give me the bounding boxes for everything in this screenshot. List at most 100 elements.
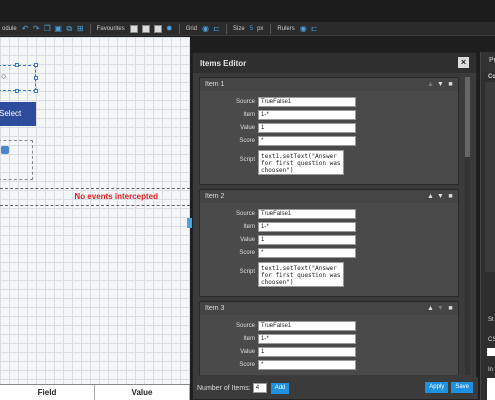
resize-handle[interactable] — [15, 89, 19, 93]
resize-handle[interactable] — [15, 63, 19, 67]
source-row: Source TrueFalse1 — [200, 97, 460, 108]
close-icon[interactable]: × — [458, 57, 469, 68]
move-up-icon[interactable]: ▲ — [427, 304, 434, 313]
delete-icon[interactable]: ■ — [447, 80, 454, 89]
settings-gear-icon[interactable]: ✹ — [165, 24, 174, 33]
design-canvas[interactable]: ○ Select No events intercepted Field Val… — [0, 37, 190, 400]
no-events-message: No events intercepted — [74, 192, 158, 201]
toolbar-divider — [178, 23, 180, 34]
selected-element-outline[interactable]: ○ — [0, 63, 38, 93]
score-input[interactable]: * — [258, 136, 356, 146]
table-header-value: Value — [95, 385, 190, 400]
item-header: Item 2 ▲ ▼ ■ — [200, 190, 458, 203]
source-input[interactable]: TrueFalse1 — [258, 321, 356, 331]
app-window: odule ↶ ↷ ❐ ▣ ⧉ ⊞ Favourites ✹ Grid ◉ ⊏ … — [0, 0, 495, 400]
grid-snap-icon[interactable]: ⊏ — [212, 24, 221, 33]
script-textarea[interactable]: text1.setText("Answer for first question… — [258, 262, 344, 287]
item-input[interactable]: 1-* — [258, 110, 356, 120]
value-label: Value — [240, 125, 255, 131]
favourite-chart-icon[interactable] — [141, 24, 150, 33]
item-input[interactable]: 1-* — [258, 222, 356, 232]
delete-icon[interactable]: ■ — [447, 192, 454, 201]
rulers-label: Rulers — [277, 25, 295, 32]
item-label: Item — [243, 224, 255, 230]
styles-label: St — [488, 317, 494, 323]
delete-icon[interactable]: ■ — [447, 304, 454, 313]
item-title: Item 2 — [205, 193, 225, 200]
image-element-icon — [1, 146, 9, 154]
properties-panel: Pr Co St CS In — [480, 52, 495, 400]
rulers-snap-icon[interactable]: ⊏ — [310, 24, 319, 33]
score-input[interactable]: * — [258, 360, 356, 370]
value-input[interactable]: 1 — [258, 347, 356, 357]
item-header: Item 1 ▲ ▼ ■ — [200, 78, 458, 91]
item-row: Item 1-* — [200, 334, 460, 345]
item-label: Item — [243, 336, 255, 342]
inline-style-input[interactable] — [487, 378, 495, 400]
item-header: Item 3 ▲ ▼ ■ — [200, 302, 458, 315]
paste-icon[interactable]: ▣ — [54, 24, 63, 33]
move-down-icon[interactable]: ▼ — [437, 80, 444, 89]
score-label: Score — [239, 250, 255, 256]
copy-icon[interactable]: ❐ — [43, 24, 52, 33]
items-scrollbar[interactable] — [465, 77, 470, 375]
grid-label: Grid — [185, 25, 198, 32]
inline-label: In — [488, 367, 494, 373]
value-row: Value 1 — [200, 235, 460, 246]
css-input[interactable] — [487, 348, 495, 356]
apply-button[interactable]: Apply — [425, 382, 449, 393]
script-label: Script — [239, 269, 255, 275]
toolbar: odule ↶ ↷ ❐ ▣ ⧉ ⊞ Favourites ✹ Grid ◉ ⊏ … — [0, 22, 495, 36]
move-down-icon[interactable]: ▼ — [437, 304, 444, 313]
score-label: Score — [239, 362, 255, 368]
resize-handle[interactable] — [34, 89, 38, 93]
undo-icon[interactable]: ↶ — [21, 24, 30, 33]
item-panel: Item 1 ▲ ▼ ■ Source TrueFalse1 Item 1-* — [199, 77, 459, 185]
move-up-icon[interactable]: ▲ — [427, 192, 434, 201]
redo-icon[interactable]: ↷ — [32, 24, 41, 33]
image-element[interactable] — [0, 140, 33, 180]
value-row: Value 1 — [200, 347, 460, 358]
item-title: Item 1 — [205, 81, 225, 88]
resize-handle[interactable] — [34, 76, 38, 80]
scrollbar-thumb[interactable] — [465, 77, 470, 157]
size-unit: px — [257, 25, 264, 32]
favourites-label: Favourites — [96, 25, 125, 32]
source-label: Source — [235, 99, 255, 105]
move-up-icon[interactable]: ▲ — [427, 80, 434, 89]
script-textarea[interactable]: text1.setText("Answer for first question… — [258, 150, 344, 175]
value-input[interactable]: 1 — [258, 123, 356, 133]
item-label: Item — [243, 112, 255, 118]
radio-element-icon: ○ — [1, 71, 7, 81]
item-input[interactable]: 1-* — [258, 334, 356, 344]
score-input[interactable]: * — [258, 248, 356, 258]
favourite-image-icon[interactable] — [129, 24, 138, 33]
script-row: Script text1.setText("Answer for first q… — [200, 262, 460, 290]
favourite-text-icon[interactable] — [153, 24, 162, 33]
rulers-visibility-eye-icon[interactable]: ◉ — [299, 24, 308, 33]
select-button[interactable]: Select — [0, 102, 36, 126]
toolbar-divider — [89, 23, 91, 34]
source-input[interactable]: TrueFalse1 — [258, 97, 356, 107]
source-label: Source — [235, 211, 255, 217]
dialog-footer: Number of Items: 4 Add Apply Save — [193, 377, 478, 399]
source-input[interactable]: TrueFalse1 — [258, 209, 356, 219]
items-list[interactable]: Item 1 ▲ ▼ ■ Source TrueFalse1 Item 1-* — [199, 77, 467, 375]
value-label: Value — [240, 349, 255, 355]
resize-handle[interactable] — [34, 63, 38, 67]
ungroup-icon[interactable]: ⊞ — [76, 24, 85, 33]
group-icon[interactable]: ⧉ — [65, 24, 74, 33]
value-input[interactable]: 1 — [258, 235, 356, 245]
properties-sub-header: Co — [488, 74, 495, 80]
grid-visibility-eye-icon[interactable]: ◉ — [201, 24, 210, 33]
add-button[interactable]: Add — [270, 382, 290, 394]
item-row: Item 1-* — [200, 222, 460, 233]
size-value[interactable]: 5 — [250, 26, 253, 32]
source-row: Source TrueFalse1 — [200, 209, 460, 220]
item-row: Item 1-* — [200, 110, 460, 121]
move-down-icon[interactable]: ▼ — [437, 192, 444, 201]
script-row: Script text1.setText("Answer for first q… — [200, 150, 460, 178]
section-divider — [0, 205, 190, 206]
number-of-items-input[interactable]: 4 — [252, 383, 267, 393]
save-button[interactable]: Save — [451, 382, 473, 393]
